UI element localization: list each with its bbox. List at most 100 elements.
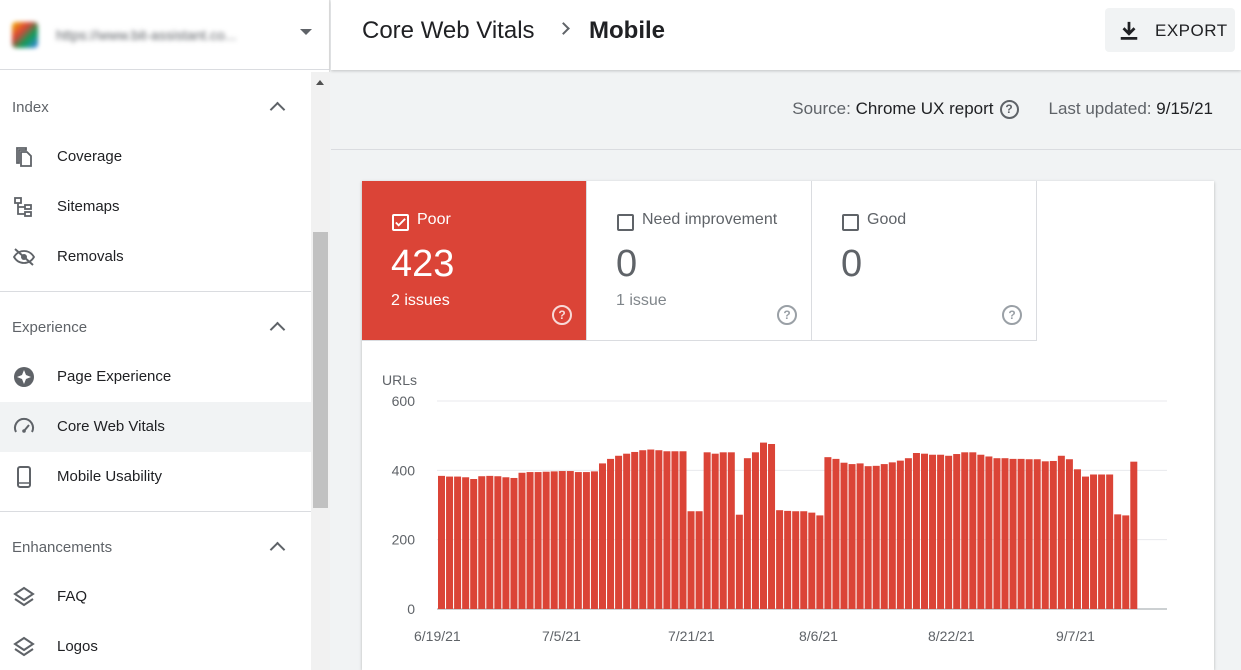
chart-bar: [599, 463, 606, 609]
chart-bar: [921, 453, 928, 609]
sidebar-item-faq[interactable]: FAQ: [0, 572, 311, 622]
updated-value: 9/15/21: [1156, 99, 1213, 118]
chart-bar: [502, 477, 510, 609]
chart-bar: [743, 458, 751, 609]
chart-bar: [912, 453, 920, 609]
scrollbar-thumb[interactable]: [313, 232, 328, 508]
chart-bar: [969, 452, 977, 609]
help-icon[interactable]: ?: [777, 305, 797, 325]
chart-bar: [623, 453, 631, 609]
dropdown-caret-icon[interactable]: [300, 29, 312, 35]
help-icon[interactable]: ?: [1002, 305, 1022, 325]
property-favicon: [12, 21, 38, 48]
chart-bar: [1065, 459, 1073, 609]
chart-bar: [961, 452, 969, 609]
chart-bar: [607, 458, 615, 609]
help-icon[interactable]: ?: [552, 305, 572, 325]
status-tile-need-improvement[interactable]: Need improvement 0 1 issue ?: [587, 181, 812, 341]
scroll-up-arrow-icon[interactable]: [316, 80, 324, 85]
tile-count: 423: [391, 243, 455, 285]
sidebar-item-removals[interactable]: Removals: [0, 232, 311, 282]
chart-bar: [542, 471, 550, 609]
export-button[interactable]: EXPORT: [1105, 8, 1235, 52]
chart-bar: [776, 510, 784, 609]
chart-bar: [880, 464, 888, 609]
chart-bar: [510, 477, 518, 609]
chart-bar: [590, 471, 598, 609]
section-label: Enhancements: [12, 538, 113, 556]
sidebar-scrollbar[interactable]: [311, 72, 330, 670]
chart-bar: [671, 451, 679, 609]
nav-section-enhancements[interactable]: Enhancements: [0, 527, 311, 567]
chart-bar: [929, 454, 937, 609]
page-title: Mobile: [589, 17, 665, 44]
sidebar-item-coverage[interactable]: Coverage: [0, 132, 311, 182]
chart-bar: [840, 462, 848, 609]
chart-bar: [679, 451, 687, 609]
y-tick-label: 200: [392, 532, 416, 548]
chevron-up-icon[interactable]: [269, 541, 286, 558]
x-tick-label: 7/5/21: [542, 628, 581, 644]
layers-icon: [13, 586, 35, 607]
chart-bar: [977, 454, 985, 609]
chart-bar: [896, 460, 904, 609]
checkbox[interactable]: [392, 214, 409, 231]
nav-section-experience[interactable]: Experience: [0, 307, 311, 347]
chart-bar: [1025, 459, 1033, 609]
sidebar-item-mobile-usability[interactable]: Mobile Usability: [0, 452, 311, 502]
chart-bar: [582, 472, 590, 609]
chevron-up-icon[interactable]: [269, 321, 286, 338]
sidebar-item-core-web-vitals[interactable]: Core Web Vitals: [0, 402, 311, 452]
layers-icon: [13, 636, 35, 657]
help-icon[interactable]: ?: [999, 99, 1019, 119]
source-info: Source: Chrome UX report ? Last updated:…: [792, 99, 1213, 119]
x-tick-label: 7/21/21: [668, 628, 715, 644]
nav-section-index[interactable]: Index: [0, 87, 311, 127]
speedometer-icon: [14, 417, 34, 433]
property-selector[interactable]: https://www.bit-assistant.co...: [0, 0, 330, 70]
chart-bar: [816, 515, 824, 609]
chart-bar: [663, 451, 671, 609]
chevron-up-icon[interactable]: [269, 101, 286, 118]
chart-bar: [615, 455, 623, 609]
chart-bar: [1001, 458, 1009, 609]
chart-bar: [872, 465, 880, 609]
chart-bar: [558, 471, 566, 609]
sidebar-item-label: Logos: [57, 638, 98, 655]
x-tick-label: 8/6/21: [799, 628, 838, 644]
sidebar: https://www.bit-assistant.co... Index Co…: [0, 0, 330, 670]
breadcrumb-parent[interactable]: Core Web Vitals: [362, 17, 535, 45]
chart-bar: [848, 464, 856, 609]
smartphone-icon: [17, 466, 31, 488]
chart-bar: [574, 472, 582, 609]
tile-label: Need improvement: [642, 211, 778, 228]
sidebar-item-logos[interactable]: Logos: [0, 622, 311, 670]
chart-bar: [1033, 459, 1041, 609]
chart-bar: [1073, 469, 1081, 609]
chart-bar: [832, 458, 840, 609]
chart-bar: [751, 452, 759, 609]
chart-bar: [784, 510, 792, 609]
sidebar-nav: Index Coverage Sitemaps Removals Experie…: [0, 72, 311, 670]
checkbox[interactable]: [842, 214, 859, 231]
chart-bar: [735, 514, 743, 609]
checkbox[interactable]: [617, 214, 634, 231]
source-bar: Source: Chrome UX report ? Last updated:…: [331, 70, 1241, 150]
sidebar-item-page-experience[interactable]: Page Experience: [0, 352, 311, 402]
eye-off-icon: [12, 248, 36, 266]
property-url: https://www.bit-assistant.co...: [56, 26, 237, 43]
chart-bar: [470, 479, 478, 609]
sidebar-item-sitemaps[interactable]: Sitemaps: [0, 182, 311, 232]
chart-bar: [647, 449, 655, 609]
sitemap-icon: [14, 197, 32, 217]
y-tick-label: 0: [407, 601, 415, 617]
section-divider: [0, 291, 311, 292]
sidebar-item-label: Removals: [57, 248, 124, 265]
chart-bar: [687, 511, 695, 609]
status-tile-poor[interactable]: Poor 423 2 issues ?: [362, 181, 587, 341]
chart-bar: [768, 443, 776, 609]
chart-bar: [631, 451, 639, 609]
chart-bar: [703, 452, 711, 609]
chart-bar: [1098, 474, 1106, 609]
status-tile-good[interactable]: Good 0 ?: [812, 181, 1037, 341]
